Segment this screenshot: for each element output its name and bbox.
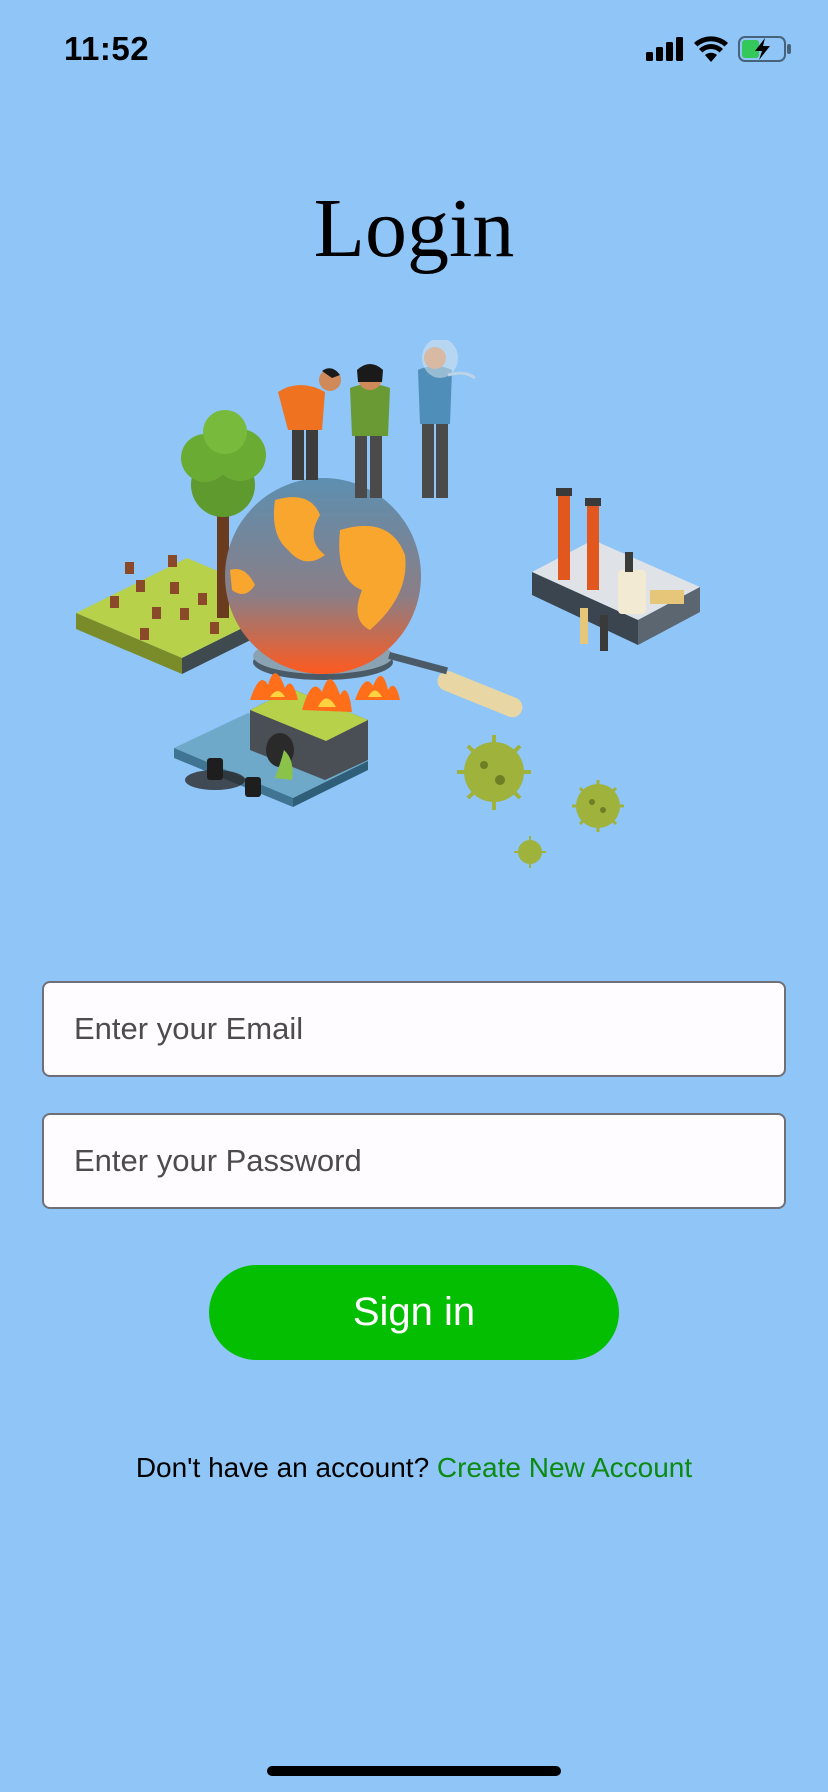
status-icons [646,36,792,62]
page-title: Login [313,182,515,275]
burning-globe-scene [225,340,523,718]
create-account-link[interactable]: Create New Account [437,1452,692,1483]
account-prompt: Don't have an account? [135,1452,437,1483]
status-bar: 11:52 [0,0,828,100]
virus-scene [457,735,624,868]
sign-in-button[interactable]: Sign in [209,1265,619,1360]
environmental-pollution-illustration [76,340,700,868]
wifi-icon [694,36,728,62]
factory-scene [532,488,700,651]
status-time: 11:52 [64,30,150,67]
home-indicator [267,1766,561,1776]
email-field[interactable] [42,981,786,1077]
worried-people [278,340,476,498]
signal-icon [646,37,683,61]
battery-charging-icon [738,36,791,62]
create-account-line: Don't have an account? Create New Accoun… [0,1452,828,1484]
password-field[interactable] [42,1113,786,1209]
